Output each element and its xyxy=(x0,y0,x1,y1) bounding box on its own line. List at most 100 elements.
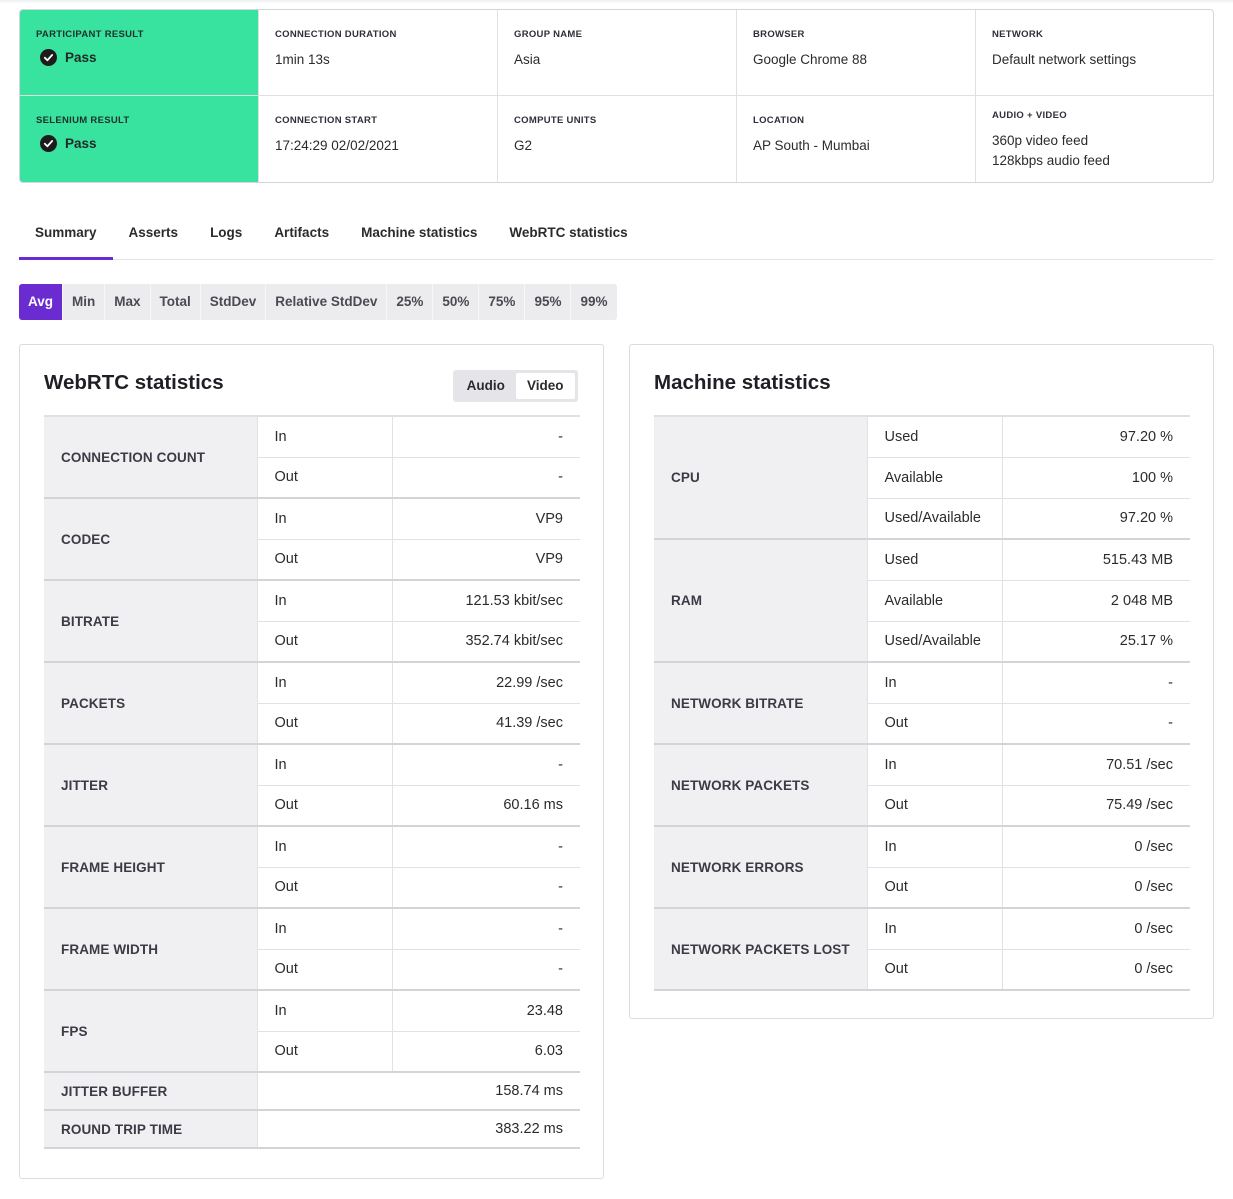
metric-value: 121.53 kbit/sec xyxy=(392,580,580,622)
tab-asserts[interactable]: Asserts xyxy=(113,212,195,260)
selenium-result-label: SELENIUM RESULT xyxy=(36,115,130,126)
table-row: FRAME HEIGHT In - xyxy=(44,826,580,909)
direction-label: In xyxy=(867,662,1003,704)
metric-value: 6.03 xyxy=(392,1031,580,1073)
direction-label: Out xyxy=(257,949,393,991)
direction-label: Out xyxy=(867,703,1003,745)
group-name-cell: GROUP NAME Asia xyxy=(498,10,737,96)
tab-machine-statistics[interactable]: Machine statistics xyxy=(345,212,493,260)
direction-label: In xyxy=(257,580,393,622)
aggregation-tabs: Avg Min Max Total StdDev Relative StdDev… xyxy=(19,284,617,320)
metric-value: 97.20 % xyxy=(1002,415,1190,458)
metric-label-frame-width: FRAME WIDTH xyxy=(44,908,258,991)
metric-value: - xyxy=(392,867,580,909)
metric-label-codec: CODEC xyxy=(44,498,258,581)
metric-value: 60.16 ms xyxy=(392,785,580,827)
direction-label: Available xyxy=(867,457,1003,499)
direction-label: Out xyxy=(867,949,1003,991)
stat-tab-max[interactable]: Max xyxy=(105,284,151,320)
table-row: NETWORK BITRATE In - xyxy=(654,662,1190,745)
video-toggle-button[interactable]: Video xyxy=(515,373,575,399)
audio-video-value-line1: 360p video feed xyxy=(992,133,1089,148)
table-row: ROUND TRIP TIME 383.22 ms xyxy=(44,1110,580,1149)
tab-logs[interactable]: Logs xyxy=(194,212,258,260)
direction-label: In xyxy=(257,498,393,540)
metric-value: 97.20 % xyxy=(1002,498,1190,540)
tab-webrtc-statistics[interactable]: WebRTC statistics xyxy=(493,212,643,260)
location-label: LOCATION xyxy=(753,115,805,126)
selenium-result-value: Pass xyxy=(65,136,97,151)
webrtc-statistics-panel: WebRTC statistics Audio Video CONNECTION… xyxy=(19,344,604,1179)
metric-value: 0 /sec xyxy=(1002,949,1190,991)
audio-video-cell: AUDIO + VIDEO 360p video feed 128kbps au… xyxy=(976,96,1213,182)
direction-label: In xyxy=(867,744,1003,786)
direction-label: Used xyxy=(867,415,1003,458)
stat-tab-p75[interactable]: 75% xyxy=(479,284,526,320)
location-cell: LOCATION AP South - Mumbai xyxy=(737,96,976,182)
metric-value: 100 % xyxy=(1002,457,1190,499)
direction-label: Available xyxy=(867,580,1003,622)
direction-label: Out xyxy=(257,457,393,499)
table-row: PACKETS In 22.99 /sec xyxy=(44,662,580,745)
compute-units-label: COMPUTE UNITS xyxy=(514,115,597,126)
audio-video-label: AUDIO + VIDEO xyxy=(992,110,1067,121)
direction-label: Out xyxy=(257,867,393,909)
machine-panel-title: Machine statistics xyxy=(654,371,831,394)
metric-value: - xyxy=(392,744,580,786)
direction-label: In xyxy=(257,908,393,950)
stat-tab-stddev[interactable]: StdDev xyxy=(201,284,267,320)
metric-label-cpu: CPU xyxy=(654,415,868,540)
metric-value: 383.22 ms xyxy=(257,1110,580,1149)
direction-label: In xyxy=(257,826,393,868)
stat-tab-p25[interactable]: 25% xyxy=(387,284,434,320)
stat-tab-total[interactable]: Total xyxy=(151,284,201,320)
metric-value: VP9 xyxy=(392,498,580,540)
selenium-result-cell: SELENIUM RESULT Pass xyxy=(20,96,259,182)
connection-start-cell: CONNECTION START 17:24:29 02/02/2021 xyxy=(259,96,498,182)
tab-summary[interactable]: Summary xyxy=(19,212,113,260)
main-tabs: Summary Asserts Logs Artifacts Machine s… xyxy=(19,212,1214,260)
table-row: CODEC In VP9 xyxy=(44,498,580,581)
table-row: RAM Used 515.43 MB xyxy=(654,539,1190,663)
stat-tab-p95[interactable]: 95% xyxy=(525,284,572,320)
compute-units-cell: COMPUTE UNITS G2 xyxy=(498,96,737,182)
metric-label-network-packets: NETWORK PACKETS xyxy=(654,744,868,827)
direction-label: Out xyxy=(257,539,393,581)
metric-value: - xyxy=(392,415,580,458)
stat-tab-p99[interactable]: 99% xyxy=(571,284,616,320)
network-cell: NETWORK Default network settings xyxy=(976,10,1213,96)
metric-value: 0 /sec xyxy=(1002,826,1190,868)
metric-label-round-trip-time: ROUND TRIP TIME xyxy=(44,1110,258,1149)
direction-label: Used/Available xyxy=(867,498,1003,540)
test-info-grid: PARTICIPANT RESULT Pass CONNECTION DURAT… xyxy=(19,9,1214,183)
stat-tab-relative-stddev[interactable]: Relative StdDev xyxy=(266,284,388,320)
direction-label: Out xyxy=(257,621,393,663)
metric-value: 75.49 /sec xyxy=(1002,785,1190,827)
direction-label: Used/Available xyxy=(867,621,1003,663)
stat-tab-min[interactable]: Min xyxy=(63,284,106,320)
browser-cell: BROWSER Google Chrome 88 xyxy=(737,10,976,96)
direction-label: In xyxy=(257,415,393,458)
metric-label-ram: RAM xyxy=(654,539,868,663)
audio-video-toggle: Audio Video xyxy=(453,370,578,402)
tab-artifacts[interactable]: Artifacts xyxy=(258,212,345,260)
network-value: Default network settings xyxy=(992,52,1137,67)
stat-tab-avg[interactable]: Avg xyxy=(19,284,64,320)
metric-label-bitrate: BITRATE xyxy=(44,580,258,663)
direction-label: Out xyxy=(257,1031,393,1073)
audio-toggle-button[interactable]: Audio xyxy=(456,373,516,399)
metric-value: 515.43 MB xyxy=(1002,539,1190,581)
metric-value: 41.39 /sec xyxy=(392,703,580,745)
audio-video-value-line2: 128kbps audio feed xyxy=(992,153,1110,168)
table-row: JITTER BUFFER 158.74 ms xyxy=(44,1072,580,1111)
connection-start-value: 17:24:29 02/02/2021 xyxy=(275,138,399,153)
direction-label: Out xyxy=(867,867,1003,909)
top-shadow xyxy=(0,0,1233,4)
metric-value: - xyxy=(392,826,580,868)
stat-tab-p50[interactable]: 50% xyxy=(433,284,480,320)
direction-label: Out xyxy=(257,703,393,745)
direction-label: In xyxy=(867,908,1003,950)
machine-stats-table: CPU Used 97.20 % Available 100 % Used/Availab… xyxy=(654,415,1190,991)
direction-label: In xyxy=(257,662,393,704)
participant-result-value: Pass xyxy=(65,50,97,65)
